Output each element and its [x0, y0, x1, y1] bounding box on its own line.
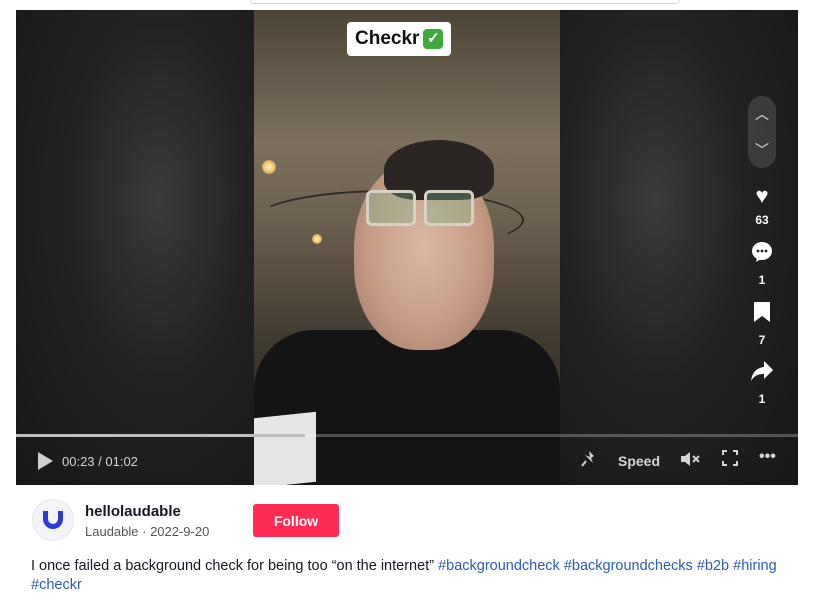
comment-button[interactable]: 1 — [746, 241, 778, 287]
author-subline: Laudable · 2022-9-20 — [85, 524, 209, 539]
bookmark-button[interactable]: 7 — [746, 301, 778, 347]
hashtag-link[interactable]: #b2b — [697, 558, 729, 574]
caption-text: Checkr — [355, 28, 420, 49]
like-count: 63 — [755, 213, 769, 227]
video-blur-left — [16, 10, 254, 485]
bookmark-count: 7 — [758, 333, 766, 347]
check-mark-icon: ✓ — [423, 29, 444, 49]
speed-button[interactable]: Speed — [618, 453, 660, 469]
author-display-name: Laudable — [85, 524, 139, 539]
progress-fill — [16, 434, 306, 437]
share-icon — [746, 360, 778, 387]
search-bar-edge — [250, 0, 680, 4]
glasses — [366, 190, 478, 228]
player-controls: 00:23 / 01:02 Speed ••• — [16, 446, 798, 476]
video-description: I once failed a background check for bei… — [31, 557, 781, 595]
avatar[interactable] — [32, 499, 74, 541]
ceiling-light — [262, 160, 276, 174]
chevron-down-icon[interactable]: ﹀ — [755, 143, 769, 157]
description-text: I once failed a background check for bei… — [31, 558, 439, 574]
bookmark-icon — [746, 301, 778, 328]
video-player[interactable]: Checkr ✓ ︿ ﹀ ♥ 63 1 7 1 00:23 / 01:02 Sp… — [16, 10, 798, 485]
like-button[interactable]: ♥ 63 — [746, 183, 778, 228]
progress-bar[interactable] — [16, 434, 798, 437]
share-button[interactable]: 1 — [746, 360, 778, 406]
author-username[interactable]: hellolaudable — [85, 503, 181, 520]
video-caption-sticker: Checkr ✓ — [347, 22, 452, 56]
chevron-up-icon[interactable]: ︿ — [755, 107, 769, 121]
follow-button[interactable]: Follow — [253, 504, 339, 537]
more-options-icon[interactable]: ••• — [759, 448, 776, 466]
pin-icon[interactable] — [580, 450, 598, 473]
subline-separator: · — [138, 524, 151, 539]
mute-icon[interactable] — [680, 450, 702, 473]
time-display: 00:23 / 01:02 — [62, 454, 138, 469]
comment-icon — [746, 241, 778, 268]
page: Checkr ✓ ︿ ﹀ ♥ 63 1 7 1 00:23 / 01:02 Sp… — [0, 0, 814, 596]
share-count: 1 — [758, 392, 766, 406]
comment-count: 1 — [758, 273, 766, 287]
video-nav-pill: ︿ ﹀ — [748, 96, 776, 168]
hashtag-link[interactable]: #backgroundchecks — [564, 558, 693, 574]
hashtag-link[interactable]: #backgroundcheck — [438, 558, 560, 574]
hashtag-link[interactable]: #checkr — [31, 577, 82, 593]
play-icon[interactable] — [38, 452, 53, 470]
video-info-panel: hellolaudable Laudable · 2022-9-20 Follo… — [16, 485, 798, 596]
video-frame[interactable] — [254, 10, 560, 485]
post-date: 2022-9-20 — [150, 524, 210, 539]
hashtag-link[interactable]: #hiring — [733, 558, 777, 574]
laudable-logo-icon — [43, 511, 63, 529]
heart-icon: ♥ — [755, 183, 769, 208]
fullscreen-icon[interactable] — [722, 450, 738, 471]
